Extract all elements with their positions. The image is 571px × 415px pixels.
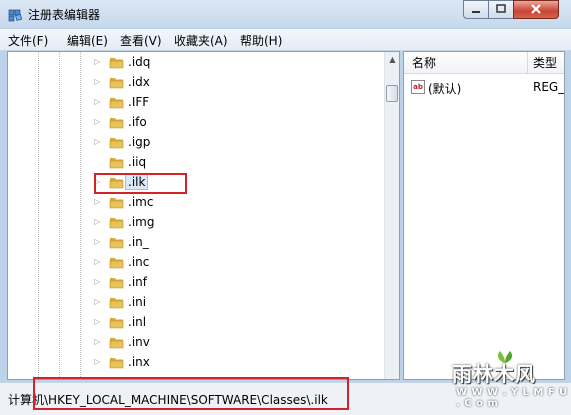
watermark-logo: 雨林木风 W W W . Y L M F U . C o m <box>432 350 568 410</box>
tree-item-label: .IFF <box>128 95 150 109</box>
tree-item[interactable]: ▷ .inl <box>8 313 384 333</box>
tree-item[interactable]: ▷ .IFF <box>8 93 384 113</box>
minimize-button[interactable] <box>463 0 489 19</box>
expand-arrow-icon[interactable]: ▷ <box>94 356 104 368</box>
tree-item[interactable]: ▷ .igp <box>8 133 384 153</box>
tree-item-label: .ini <box>128 295 147 309</box>
tree-item-label: .idq <box>128 55 151 69</box>
tree-item-label: .inc <box>128 255 150 269</box>
regedit-icon <box>8 9 23 22</box>
expand-arrow-icon[interactable]: ▷ <box>94 196 104 208</box>
window-title: 注册表编辑器 <box>28 8 101 22</box>
expand-arrow-icon[interactable]: ▷ <box>94 316 104 328</box>
watermark-url: W W W . Y L M F U . C o m <box>456 387 568 409</box>
tree-item-label: .inv <box>128 335 150 349</box>
folder-icon <box>109 118 124 129</box>
minimize-icon <box>472 11 480 13</box>
regedit-window: 注册表编辑器 文件(F) 编辑(E) 查看(V) 收藏夹(A) 帮助(H) ▷.… <box>0 0 571 415</box>
tree-item-label: .imc <box>128 195 154 209</box>
maximize-button[interactable] <box>488 0 514 19</box>
folder-icon <box>109 78 124 89</box>
tree-item[interactable]: ▷ .imc <box>8 193 384 213</box>
folder-icon <box>109 138 124 149</box>
close-icon <box>531 4 541 14</box>
tree-scrollbar[interactable]: ▲ <box>384 52 399 379</box>
value-list-pane[interactable]: 名称 类型 ab (默认) REG_ <box>403 51 565 380</box>
expand-arrow-icon[interactable]: ▷ <box>94 96 104 108</box>
folder-icon <box>109 198 124 209</box>
folder-icon <box>109 58 124 69</box>
folder-icon <box>109 158 124 169</box>
expand-arrow-icon[interactable]: ▷ <box>94 296 104 308</box>
menu-help[interactable]: 帮助(H) <box>240 32 282 49</box>
tree-item[interactable]: .iiq <box>8 153 384 173</box>
tree-item[interactable]: ▷ .idq <box>8 53 384 73</box>
column-header-type[interactable]: 类型 <box>528 52 564 74</box>
column-header-name[interactable]: 名称 <box>404 52 527 74</box>
expand-arrow-icon[interactable]: ▷ <box>94 56 104 68</box>
tree-item[interactable]: ▷ .inv <box>8 333 384 353</box>
value-name: (默认) <box>428 82 462 96</box>
tree-item-label: .idx <box>128 75 150 89</box>
tree-item-label: .inx <box>128 355 150 369</box>
tree-item-label: .inl <box>128 315 147 329</box>
expand-arrow-icon[interactable]: ▷ <box>94 136 104 148</box>
folder-icon <box>109 358 124 369</box>
expand-arrow-icon[interactable]: ▷ <box>94 336 104 348</box>
tree-item[interactable]: ▷ .img <box>8 213 384 233</box>
folder-icon <box>109 338 124 349</box>
menu-file[interactable]: 文件(F) <box>8 32 48 49</box>
folder-icon <box>109 278 124 289</box>
tree-item-label: .igp <box>128 135 151 149</box>
annotation-highlight-selected-key <box>94 173 187 194</box>
close-button[interactable] <box>513 0 559 19</box>
tree-item[interactable]: ▷ .inf <box>8 273 384 293</box>
value-row[interactable]: ab (默认) REG_ <box>404 78 564 98</box>
expand-arrow-icon[interactable]: ▷ <box>94 276 104 288</box>
maximize-icon <box>496 4 506 13</box>
menu-favorites[interactable]: 收藏夹(A) <box>174 32 228 49</box>
folder-icon <box>109 238 124 249</box>
folder-icon <box>109 218 124 229</box>
title-bar[interactable]: 注册表编辑器 <box>0 0 571 28</box>
value-type: REG_ <box>533 80 565 94</box>
expand-arrow-icon[interactable]: ▷ <box>94 236 104 248</box>
folder-icon <box>109 98 124 109</box>
expand-arrow-icon[interactable]: ▷ <box>94 216 104 228</box>
tree-item-label: .iiq <box>128 155 147 169</box>
folder-icon <box>109 258 124 269</box>
tree-item[interactable]: ▷ .ifo <box>8 113 384 133</box>
tree-item-label: .ifo <box>128 115 147 129</box>
expand-arrow-icon[interactable]: ▷ <box>94 116 104 128</box>
expand-arrow-icon[interactable]: ▷ <box>94 76 104 88</box>
string-value-icon: ab <box>411 80 425 94</box>
tree-item-label: .img <box>128 215 155 229</box>
annotation-highlight-path <box>33 377 349 410</box>
folder-icon <box>109 318 124 329</box>
watermark-name: 雨林木风 <box>452 362 536 386</box>
tree-item[interactable]: ▷ .in_ <box>8 233 384 253</box>
folder-icon <box>109 298 124 309</box>
menu-bar: 文件(F) 编辑(E) 查看(V) 收藏夹(A) 帮助(H) <box>0 29 571 51</box>
menu-edit[interactable]: 编辑(E) <box>67 32 108 49</box>
tree-item[interactable]: ▷ .inc <box>8 253 384 273</box>
key-tree-pane[interactable]: ▷ .idq ▷ .idx ▷ .IFF ▷ .ifo ▷ .igp .iiq ▷ .ilk ▷ .imc ▷… <box>7 51 400 380</box>
tree-item[interactable]: ▷ .inx <box>8 353 384 373</box>
expand-arrow-icon[interactable]: ▷ <box>94 256 104 268</box>
tree-item[interactable]: ▷ .idx <box>8 73 384 93</box>
scroll-up-icon[interactable]: ▲ <box>385 52 399 68</box>
tree-item-label: .in_ <box>128 235 149 249</box>
tree-item[interactable]: ▷ .ini <box>8 293 384 313</box>
tree-item[interactable]: ▷ .ilk <box>8 173 384 193</box>
tree-item-label: .inf <box>128 275 147 289</box>
menu-view[interactable]: 查看(V) <box>120 32 162 49</box>
scroll-thumb[interactable] <box>386 85 398 102</box>
